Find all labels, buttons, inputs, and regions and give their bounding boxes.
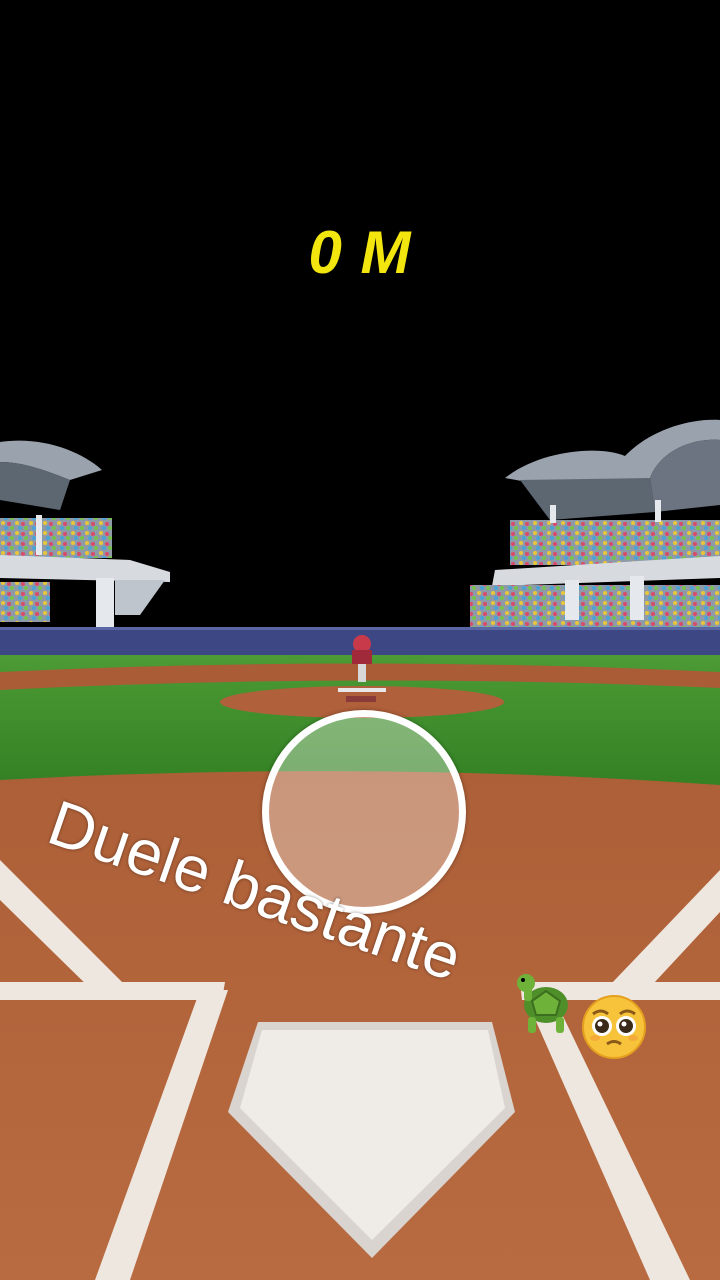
- stadium-background: [0, 419, 720, 1280]
- right-grandstand: [470, 419, 720, 627]
- game-scene[interactable]: 0 M Duele bastante: [0, 0, 720, 1280]
- pleading-face-emoji: [582, 995, 646, 1059]
- distance-counter: 0 M: [308, 219, 412, 286]
- left-grandstand: [0, 440, 170, 628]
- turtle-emoji: [517, 974, 568, 1033]
